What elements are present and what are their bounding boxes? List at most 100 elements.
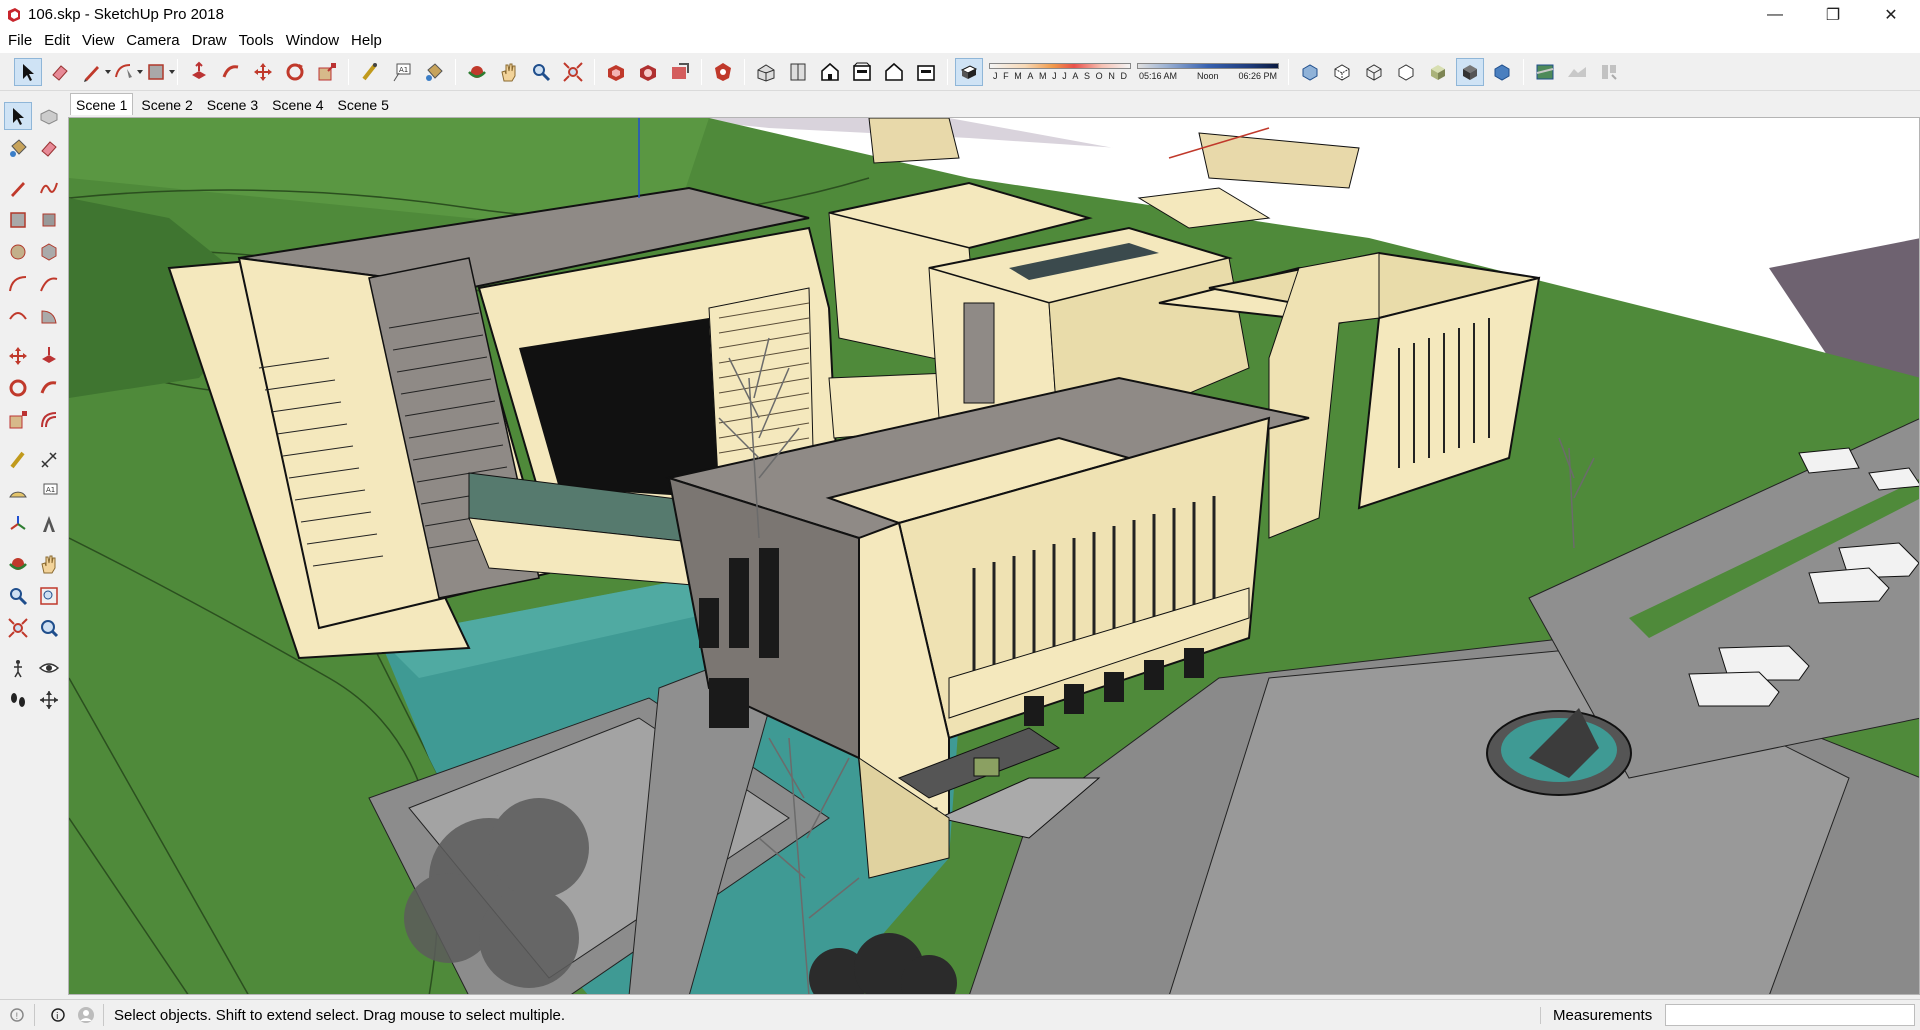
line-tool[interactable] (4, 174, 32, 202)
back-view-button[interactable] (880, 58, 908, 86)
menu-edit[interactable]: Edit (38, 29, 76, 53)
pan-button[interactable] (495, 58, 523, 86)
look-around-tool[interactable] (35, 654, 63, 682)
rectangle-tool[interactable] (4, 206, 32, 234)
xray-style-button[interactable] (1296, 58, 1324, 86)
tape-measure-tool[interactable] (4, 446, 32, 474)
position-camera-tool[interactable] (4, 654, 32, 682)
zoom-extents-button[interactable] (559, 58, 587, 86)
user-account-icon[interactable] (75, 1004, 97, 1026)
pie-tool[interactable] (35, 302, 63, 330)
front-view-button[interactable] (816, 58, 844, 86)
offset-tool[interactable] (35, 406, 63, 434)
shape-tool-button[interactable] (142, 58, 175, 86)
menu-file[interactable]: File (2, 29, 38, 53)
hidden-line-button[interactable] (1392, 58, 1420, 86)
toggle-terrain-button[interactable] (1563, 58, 1591, 86)
select-tool[interactable] (4, 102, 32, 130)
dimension-tool[interactable] (35, 446, 63, 474)
left-view-button[interactable] (912, 58, 940, 86)
protractor-tool[interactable] (4, 478, 32, 506)
top-view-button[interactable] (784, 58, 812, 86)
tape-measure-button[interactable] (356, 58, 384, 86)
menu-tools[interactable]: Tools (233, 29, 280, 53)
text-tool[interactable]: A1 (35, 478, 63, 506)
make-component-tool[interactable] (35, 102, 63, 130)
arc-tool-button[interactable] (110, 58, 143, 86)
freehand-tool[interactable] (35, 174, 63, 202)
extension-warehouse-button[interactable] (709, 58, 737, 86)
menu-help[interactable]: Help (345, 29, 388, 53)
wireframe-button[interactable] (1360, 58, 1388, 86)
tab-scene-2[interactable]: Scene 2 (135, 93, 198, 115)
scale-tool[interactable] (4, 406, 32, 434)
shadows-toggle-button[interactable] (955, 57, 983, 86)
zoom-extents-tool[interactable] (4, 614, 32, 642)
follow-me-button[interactable] (217, 58, 245, 86)
menu-view[interactable]: View (76, 29, 120, 53)
tab-scene-1[interactable]: Scene 1 (70, 93, 134, 115)
menu-camera[interactable]: Camera (120, 29, 185, 53)
geo-location-icon[interactable]: ! (6, 1004, 28, 1026)
shaded-with-textures-button[interactable] (1456, 57, 1484, 86)
add-location-button[interactable] (1531, 58, 1559, 86)
scale-tool-button[interactable] (313, 58, 341, 86)
zoom-tool[interactable] (4, 582, 32, 610)
push-pull-tool[interactable] (35, 342, 63, 370)
push-pull-button[interactable] (185, 58, 213, 86)
minimize-button[interactable]: — (1746, 0, 1804, 29)
shaded-button[interactable] (1424, 58, 1452, 86)
tab-scene-4[interactable]: Scene 4 (266, 93, 329, 115)
menu-draw[interactable]: Draw (186, 29, 233, 53)
circle-tool[interactable] (4, 238, 32, 266)
measurements-input[interactable] (1665, 1004, 1915, 1026)
rotate-tool[interactable] (4, 374, 32, 402)
zoom-button[interactable] (527, 58, 555, 86)
share-model-button[interactable] (666, 58, 694, 86)
zoom-window-tool[interactable] (35, 582, 63, 610)
tab-scene-5[interactable]: Scene 5 (332, 93, 395, 115)
move-tool[interactable] (4, 342, 32, 370)
3d-warehouse-button[interactable] (602, 58, 630, 86)
polygon-tool[interactable] (35, 238, 63, 266)
date-slider[interactable] (989, 62, 1131, 69)
paint-bucket-button[interactable] (420, 58, 448, 86)
orbit-tool[interactable] (4, 550, 32, 578)
back-edges-button[interactable] (1328, 58, 1356, 86)
previous-view-tool[interactable] (35, 614, 63, 642)
share-component-button[interactable] (634, 58, 662, 86)
arc-tool[interactable] (4, 270, 32, 298)
time-slider[interactable] (1137, 62, 1279, 69)
rotated-rectangle-tool[interactable] (35, 206, 63, 234)
paint-tool[interactable] (4, 134, 32, 162)
restore-button[interactable]: ❐ (1804, 0, 1862, 29)
three-point-arc-tool[interactable] (4, 302, 32, 330)
line-tool-button[interactable] (78, 58, 111, 86)
right-view-button[interactable] (848, 58, 876, 86)
model-viewport[interactable] (68, 117, 1920, 995)
iso-view-button[interactable] (752, 58, 780, 86)
3d-text-tool[interactable] (35, 510, 63, 538)
text-tool-button[interactable]: A1 (388, 58, 416, 86)
close-button[interactable]: ✕ (1862, 0, 1920, 29)
walk-tool[interactable] (4, 686, 32, 714)
rotate-tool-button[interactable] (281, 58, 309, 86)
select-tool-button[interactable] (14, 57, 42, 86)
orbit-button[interactable] (463, 58, 491, 86)
two-point-arc-tool[interactable] (35, 270, 63, 298)
follow-me-tool[interactable] (35, 374, 63, 402)
right-house-icon (853, 62, 871, 81)
eraser-tool[interactable] (35, 134, 63, 162)
photo-textures-button[interactable] (1595, 58, 1623, 86)
move-tool-button[interactable] (249, 58, 277, 86)
credits-info-icon[interactable]: i (47, 1004, 69, 1026)
monochrome-button[interactable] (1488, 58, 1516, 86)
axes-tool[interactable] (4, 510, 32, 538)
menu-window[interactable]: Window (280, 29, 345, 53)
3d-warehouse-icon (608, 64, 624, 81)
eraser-tool-button[interactable] (46, 58, 74, 86)
pan-tool[interactable] (35, 550, 63, 578)
tab-scene-3[interactable]: Scene 3 (201, 93, 264, 115)
status-hint-text: Select objects. Shift to extend select. … (114, 1006, 566, 1024)
section-plane-tool[interactable] (35, 686, 63, 714)
